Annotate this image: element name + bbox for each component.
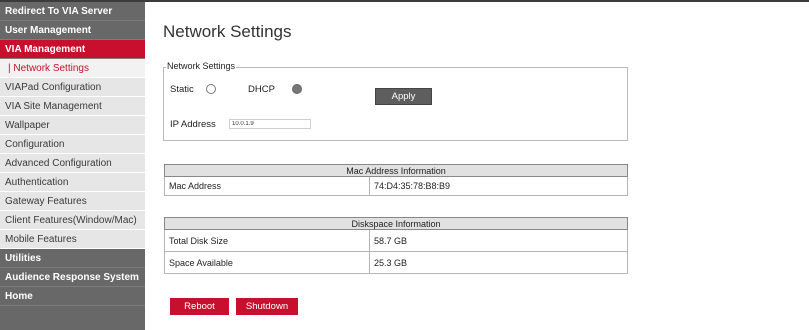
static-label: Static [170, 84, 194, 95]
sidebar-item-client-features[interactable]: Client Features(Window/Mac) [0, 211, 145, 230]
ip-address-label: IP Address [170, 119, 216, 130]
sidebar-item-home[interactable]: Home [0, 287, 145, 306]
ip-address-input[interactable] [229, 119, 311, 129]
sidebar-item-redirect-to-via-server[interactable]: Redirect To VIA Server [0, 2, 145, 21]
sidebar: Redirect To VIA Server User Management V… [0, 2, 145, 330]
sidebar-item-viapad-configuration[interactable]: VIAPad Configuration [0, 78, 145, 97]
sidebar-item-authentication[interactable]: Authentication [0, 173, 145, 192]
sidebar-item-via-management[interactable]: VIA Management [0, 40, 145, 59]
dhcp-label: DHCP [248, 84, 275, 95]
sidebar-item-via-site-management[interactable]: VIA Site Management [0, 97, 145, 116]
sidebar-item-configuration[interactable]: Configuration [0, 135, 145, 154]
mac-address-table: Mac Address Information Mac Address 74:D… [164, 164, 628, 196]
page-title: Network Settings [163, 22, 292, 41]
table-row: Total Disk Size 58.7 GB [164, 229, 628, 252]
space-available-label: Space Available [164, 251, 370, 274]
static-radio[interactable] [206, 84, 216, 94]
table-row: Mac Address 74:D4:35:78:B8:B9 [164, 176, 628, 196]
apply-button[interactable]: Apply [375, 88, 432, 105]
sidebar-footer [0, 306, 145, 330]
diskspace-table-header: Diskspace Information [164, 217, 628, 230]
diskspace-table: Diskspace Information Total Disk Size 58… [164, 217, 628, 274]
sidebar-item-mobile-features[interactable]: Mobile Features [0, 230, 145, 249]
sidebar-item-advanced-configuration[interactable]: Advanced Configuration [0, 154, 145, 173]
table-row: Space Available 25.3 GB [164, 251, 628, 274]
mac-address-table-header: Mac Address Information [164, 164, 628, 177]
space-available-value: 25.3 GB [369, 251, 628, 274]
mac-address-label: Mac Address [164, 176, 370, 196]
total-disk-size-label: Total Disk Size [164, 229, 370, 252]
dhcp-radio[interactable] [292, 84, 302, 94]
sidebar-item-audience-response-system[interactable]: Audience Response System [0, 268, 145, 287]
sidebar-item-gateway-features[interactable]: Gateway Features [0, 192, 145, 211]
mac-address-value: 74:D4:35:78:B8:B9 [369, 176, 628, 196]
shutdown-button[interactable]: Shutdown [236, 298, 298, 315]
sidebar-item-wallpaper[interactable]: Wallpaper [0, 116, 145, 135]
sidebar-item-utilities[interactable]: Utilities [0, 249, 145, 268]
sidebar-item-network-settings[interactable]: | Network Settings [0, 59, 145, 78]
network-settings-legend: Network Settings [166, 61, 237, 71]
reboot-button[interactable]: Reboot [170, 298, 229, 315]
total-disk-size-value: 58.7 GB [369, 229, 628, 252]
sidebar-item-user-management[interactable]: User Management [0, 21, 145, 40]
